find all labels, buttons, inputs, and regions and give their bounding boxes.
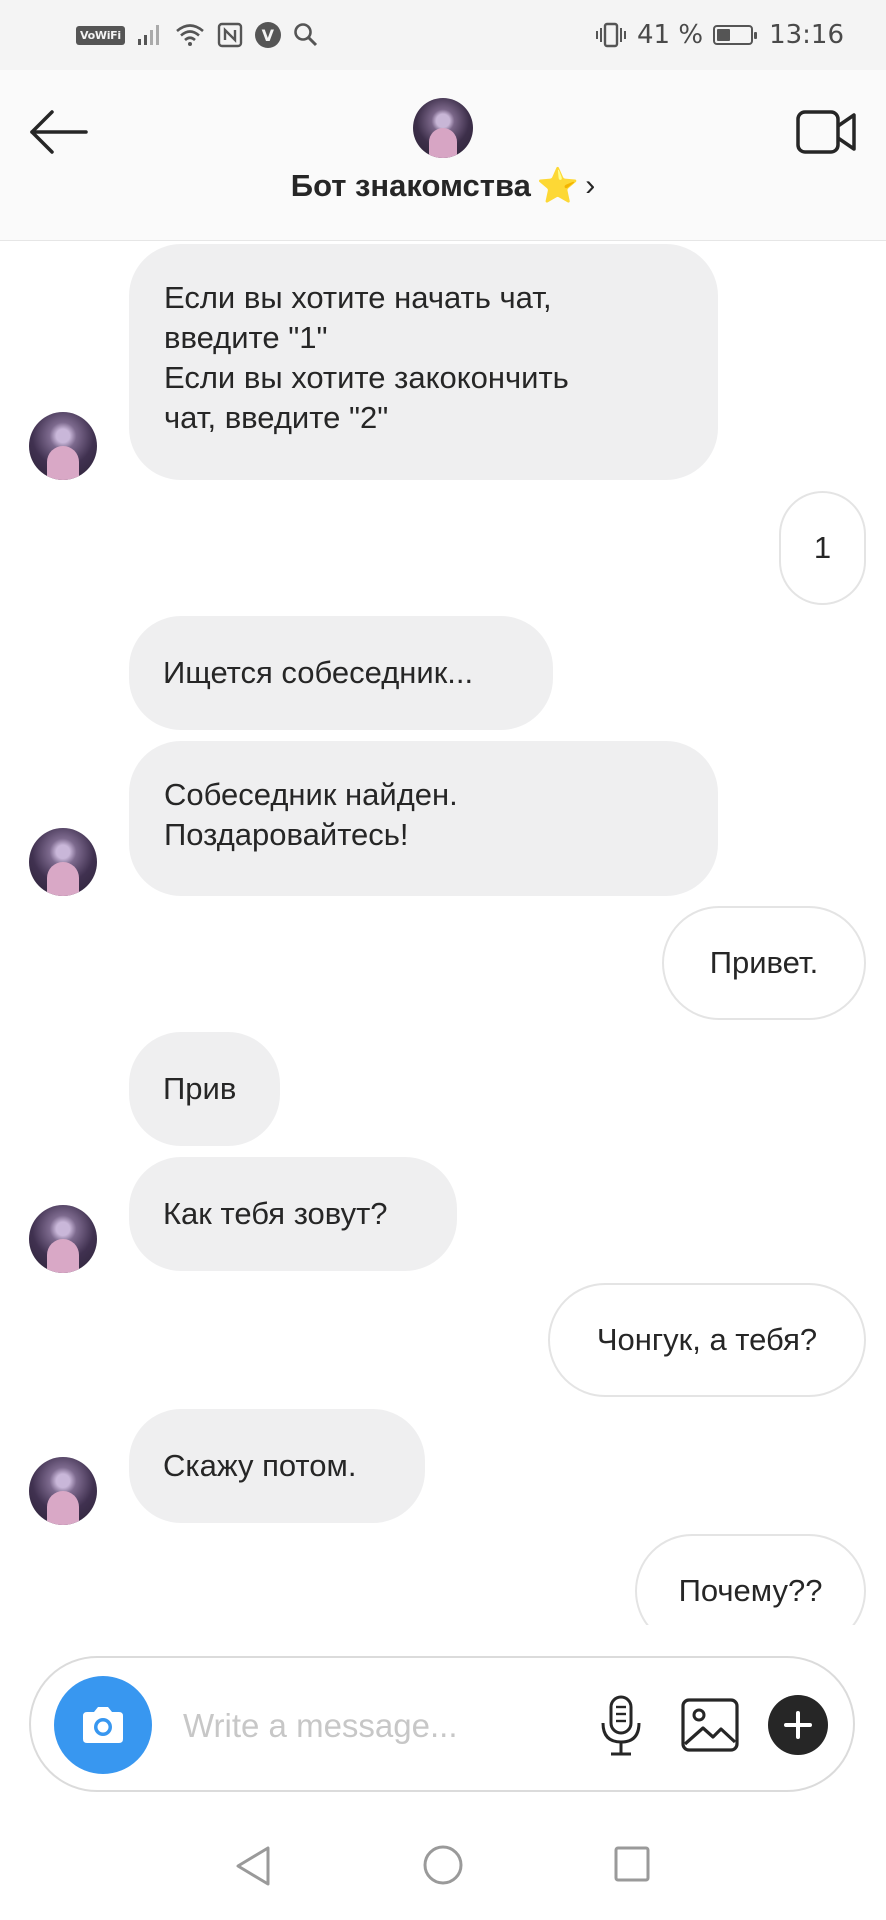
arrow-left-icon bbox=[30, 110, 88, 154]
incoming-message[interactable]: Собеседник найден. Поздаровайтесь! bbox=[129, 741, 718, 896]
more-actions-button[interactable] bbox=[768, 1695, 828, 1755]
message-line: Если вы хотите закокончить bbox=[164, 360, 569, 395]
system-nav-bar bbox=[0, 1812, 886, 1920]
message-text: 1 bbox=[814, 528, 831, 568]
message-line: Привет. bbox=[709, 945, 819, 980]
message-text: Скажу потом. bbox=[163, 1446, 356, 1486]
message-text: Если вы хотите начать чат, введите "1" Есл… bbox=[164, 278, 684, 438]
message-line: 1 bbox=[813, 530, 832, 565]
back-button[interactable] bbox=[26, 102, 92, 162]
outgoing-message[interactable]: Привет. bbox=[662, 906, 866, 1020]
video-call-button[interactable] bbox=[794, 102, 858, 162]
outgoing-message[interactable]: 1 bbox=[779, 491, 866, 605]
chevron-right-icon: › bbox=[585, 169, 596, 202]
incoming-message[interactable]: Как тебя зовут? bbox=[129, 1157, 457, 1271]
message-line: Скажу потом. bbox=[163, 1448, 357, 1483]
message-line: Если вы хотите начать чат, bbox=[164, 280, 552, 315]
message-line: Собеседник найден. bbox=[164, 777, 458, 812]
sender-avatar[interactable] bbox=[29, 828, 97, 896]
incoming-message[interactable]: Ищется собеседник... bbox=[129, 616, 553, 730]
image-icon bbox=[681, 1698, 739, 1752]
sender-avatar[interactable] bbox=[29, 1457, 97, 1525]
message-line: Как тебя зовут? bbox=[163, 1196, 388, 1231]
message-line: Ищется собеседник... bbox=[163, 655, 474, 690]
microphone-icon bbox=[601, 1695, 641, 1756]
nav-recents-button[interactable] bbox=[613, 1845, 651, 1883]
star-icon: ⭐ bbox=[536, 167, 580, 205]
message-line: Почему?? bbox=[678, 1573, 823, 1608]
message-text: Привет. bbox=[710, 943, 819, 983]
message-line: Поздаровайтесь! bbox=[164, 817, 409, 852]
message-input[interactable] bbox=[181, 1688, 605, 1764]
message-text: Собеседник найден. Поздаровайтесь! bbox=[164, 775, 684, 855]
message-text: Прив bbox=[163, 1069, 236, 1109]
clock: 13:16 bbox=[769, 20, 844, 50]
square-recent-icon bbox=[614, 1846, 650, 1882]
circle-home-icon bbox=[423, 1845, 463, 1885]
vowifi-icon: VoWiFi bbox=[76, 25, 125, 45]
message-list[interactable]: Если вы хотите начать чат, введите "1" Есл… bbox=[0, 240, 886, 1625]
incoming-message[interactable]: Прив bbox=[129, 1032, 280, 1146]
nav-back-button[interactable] bbox=[234, 1844, 274, 1888]
contact-title-row[interactable]: Бот знакомства ⭐ › bbox=[0, 168, 886, 204]
camera-icon bbox=[83, 1707, 123, 1743]
battery-level bbox=[717, 29, 731, 41]
sender-avatar[interactable] bbox=[29, 1205, 97, 1273]
microphone-button[interactable] bbox=[596, 1694, 646, 1758]
battery-icon bbox=[713, 25, 758, 45]
search-status-icon bbox=[294, 23, 317, 47]
message-line: Прив bbox=[163, 1071, 237, 1106]
battery-percent: 41 % bbox=[637, 20, 704, 50]
vibrate-icon bbox=[596, 22, 626, 48]
message-line: чат, введите "2" bbox=[164, 400, 389, 435]
signal-icon bbox=[137, 25, 159, 45]
nfc-icon bbox=[217, 22, 243, 48]
message-line: введите "1" bbox=[164, 320, 328, 355]
chat-header: Бот знакомства ⭐ › bbox=[0, 70, 886, 241]
sender-avatar[interactable] bbox=[29, 412, 97, 480]
status-left: VoWiFi V bbox=[76, 19, 319, 51]
message-text: Как тебя зовут? bbox=[163, 1194, 388, 1234]
camera-button[interactable] bbox=[54, 1676, 152, 1774]
wifi-icon bbox=[176, 24, 204, 46]
video-camera-icon bbox=[796, 110, 856, 154]
vpn-badge-icon: V bbox=[254, 22, 281, 48]
contact-name: Бот знакомства bbox=[290, 168, 531, 203]
outgoing-message[interactable]: Чонгук, а тебя? bbox=[548, 1283, 866, 1397]
status-right: 41 % 13:16 bbox=[595, 19, 844, 51]
contact-avatar[interactable] bbox=[413, 98, 473, 158]
status-bar: VoWiFi V 41 % 13:16 bbox=[0, 0, 886, 70]
nav-home-button[interactable] bbox=[422, 1844, 464, 1886]
message-composer bbox=[29, 1656, 855, 1792]
incoming-message[interactable]: Скажу потом. bbox=[129, 1409, 425, 1523]
message-text: Ищется собеседник... bbox=[163, 653, 473, 693]
outgoing-message[interactable]: Почему?? bbox=[635, 1534, 866, 1625]
message-text: Чонгук, а тебя? bbox=[597, 1320, 817, 1360]
gallery-button[interactable] bbox=[679, 1694, 741, 1756]
message-text: Почему?? bbox=[679, 1571, 823, 1611]
incoming-message[interactable]: Если вы хотите начать чат, введите "1" Есл… bbox=[129, 244, 718, 480]
plus-icon bbox=[784, 1711, 812, 1739]
message-line: Чонгук, а тебя? bbox=[596, 1322, 818, 1357]
triangle-back-icon bbox=[236, 1846, 270, 1886]
